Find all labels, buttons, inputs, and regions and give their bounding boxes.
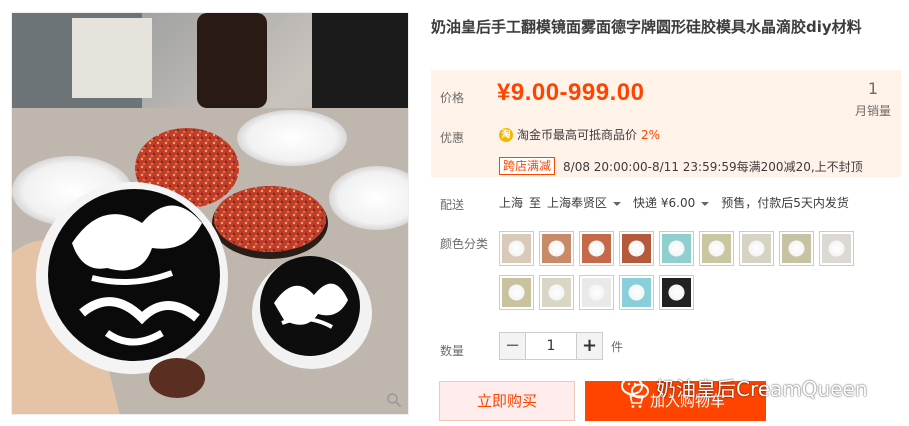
shipping-label: 配送 [440, 198, 465, 212]
color-swatch[interactable] [619, 231, 654, 266]
color-swatch[interactable] [499, 231, 534, 266]
buy-now-button[interactable]: 立即购买 [439, 381, 575, 421]
swatch-thumbnail [582, 234, 611, 263]
product-main-image[interactable] [11, 12, 409, 415]
swatch-thumbnail [622, 234, 651, 263]
color-swatch[interactable] [819, 231, 854, 266]
color-swatch[interactable] [779, 231, 814, 266]
color-swatch[interactable] [579, 231, 614, 266]
swatch-thumbnail [542, 234, 571, 263]
coin-offer-percent: 2% [641, 127, 661, 142]
color-swatch[interactable] [739, 231, 774, 266]
taojinbi-offer[interactable]: 淘 淘金币最高可抵商品价 2% [499, 126, 660, 143]
chevron-down-icon[interactable] [613, 202, 622, 206]
swatch-thumbnail [622, 278, 651, 307]
color-swatch[interactable] [659, 231, 694, 266]
chevron-down-icon[interactable] [701, 202, 710, 206]
taojinbi-coin-icon: 淘 [499, 127, 513, 142]
color-label: 颜色分类 [440, 237, 489, 251]
quantity-unit: 件 [611, 339, 624, 354]
quantity-decrease-button[interactable]: − [499, 332, 526, 360]
product-photo [12, 13, 408, 414]
ship-to-value: 上海奉贤区 [547, 196, 608, 210]
quantity-input[interactable]: 1 [526, 332, 576, 360]
ship-method: 快递 ¥6.00 [633, 196, 696, 210]
swatch-thumbnail [662, 234, 691, 263]
swatch-thumbnail [662, 278, 691, 307]
color-swatch-list [499, 231, 869, 319]
coin-offer-text: 淘金币最高可抵商品价 [517, 128, 638, 142]
color-swatch[interactable] [539, 275, 574, 310]
ship-to-label: 至 [529, 196, 542, 210]
swatch-thumbnail [782, 234, 811, 263]
price-value: ¥9.00-999.00 [497, 79, 645, 106]
swatch-thumbnail [702, 234, 731, 263]
color-swatch[interactable] [699, 231, 734, 266]
price-panel: 价格 ¥9.00-999.00 1 月销量 优惠 淘 淘金币最高可抵商品价 2%… [431, 70, 901, 177]
color-swatch[interactable] [539, 231, 574, 266]
quantity-label: 数量 [440, 344, 465, 358]
swatch-thumbnail [582, 278, 611, 307]
color-swatch[interactable] [579, 275, 614, 310]
color-swatch[interactable] [659, 275, 694, 310]
swatch-thumbnail [822, 234, 851, 263]
price-label: 价格 [440, 91, 465, 105]
quantity-increase-button[interactable]: + [576, 332, 603, 360]
ship-method-selector[interactable]: 快递 ¥6.00 [633, 194, 721, 211]
zoom-icon[interactable] [386, 392, 402, 408]
ship-to-selector[interactable]: 上海奉贤区 [547, 194, 633, 211]
discount-detail: 8/08 20:00:00-8/11 23:59:59每满200减20,上不封顶 [563, 159, 863, 174]
promotion-label: 优惠 [440, 131, 465, 145]
swatch-thumbnail [542, 278, 571, 307]
cross-store-discount-tag[interactable]: 跨店满减 [499, 157, 556, 175]
color-swatch[interactable] [499, 275, 534, 310]
sales-label: 月销量 [854, 104, 891, 118]
product-title: 奶油皇后手工翻模镜面雾面德字牌圆形硅胶模具水晶滴胶diy材料 [431, 18, 862, 36]
quantity-stepper: − 1 + 件 [499, 332, 623, 360]
swatch-thumbnail [502, 278, 531, 307]
shipping-row: 上海 至 上海奉贤区 快递 ¥6.00 预售，付款后5天内发货 [499, 194, 855, 211]
presale-note: 预售，付款后5天内发货 [721, 196, 849, 210]
wechat-watermark: 奶油皇后CreamQueen [620, 373, 868, 402]
cross-store-discount[interactable]: 跨店满减 8/08 20:00:00-8/11 23:59:59每满200减20… [499, 157, 863, 175]
sales-count: 1 [867, 79, 879, 98]
swatch-thumbnail [742, 234, 771, 263]
wechat-icon [621, 376, 649, 398]
color-swatch[interactable] [619, 275, 654, 310]
swatch-thumbnail [502, 234, 531, 263]
monthly-sales: 1 月销量 [855, 80, 891, 119]
ship-from: 上海 [499, 196, 524, 210]
watermark-text: 奶油皇后CreamQueen [656, 377, 868, 401]
